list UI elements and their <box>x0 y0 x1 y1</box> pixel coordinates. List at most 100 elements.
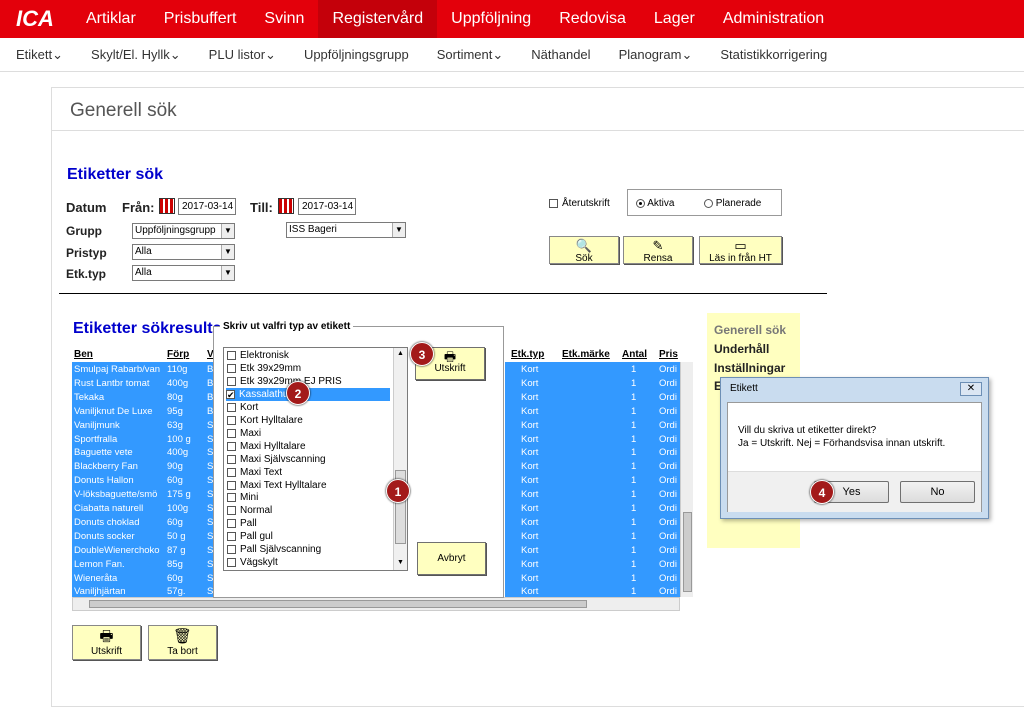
table-cell-pris[interactable]: Ordi <box>659 545 679 556</box>
table-cell-ben[interactable]: Sportfralla <box>74 434 162 445</box>
table-cell-pris[interactable]: Ordi <box>659 364 679 375</box>
table-cell-pris[interactable]: Ordi <box>659 434 679 445</box>
list-item[interactable]: Kort <box>227 401 258 414</box>
table-cell-forp[interactable]: 63g <box>167 420 205 431</box>
table-cell-pris[interactable]: Ordi <box>659 461 679 472</box>
table-cell-forp[interactable]: 95g <box>167 406 205 417</box>
checkbox-icon[interactable] <box>227 480 236 490</box>
table-cell-forp[interactable]: 85g <box>167 559 205 570</box>
subnav-nathandel[interactable]: Näthandel <box>517 47 604 62</box>
table-cell-forp[interactable]: 57g. <box>167 586 205 597</box>
table-cell-pris[interactable]: Ordi <box>659 503 679 514</box>
table-cell-pris[interactable]: Ordi <box>659 420 679 431</box>
checkbox-icon[interactable] <box>227 506 236 516</box>
table-cell-etktyp[interactable]: Kort <box>521 573 551 584</box>
checkbox-icon[interactable] <box>227 415 236 425</box>
checkbox-icon[interactable] <box>227 558 236 568</box>
nav-lager[interactable]: Lager <box>640 0 709 38</box>
table-cell-antal[interactable]: 1 <box>631 531 641 542</box>
list-item[interactable]: Maxi Text Hylltalare <box>227 479 327 492</box>
table-cell-etktyp[interactable]: Kort <box>521 378 551 389</box>
table-cell-ben[interactable]: Wieneråta <box>74 573 162 584</box>
table-cell-antal[interactable]: 1 <box>631 406 641 417</box>
close-icon[interactable]: ✕ <box>960 382 982 396</box>
vertical-scrollbar[interactable] <box>680 362 693 597</box>
table-cell-pris[interactable]: Ordi <box>659 406 679 417</box>
list-item[interactable]: Normal <box>227 504 272 517</box>
table-cell-forp[interactable]: 110g <box>167 364 205 375</box>
table-cell-pris[interactable]: Ordi <box>659 517 679 528</box>
table-cell-antal[interactable]: 1 <box>631 559 641 570</box>
table-cell-antal[interactable]: 1 <box>631 364 641 375</box>
list-item[interactable]: Kort Hylltalare <box>227 414 303 427</box>
table-cell-etktyp[interactable]: Kort <box>521 461 551 472</box>
horizontal-scrollbar[interactable] <box>72 597 680 611</box>
list-item[interactable]: Mini <box>227 491 258 504</box>
table-cell-etktyp[interactable]: Kort <box>521 364 551 375</box>
checkbox-checked-icon[interactable]: ✔ <box>226 389 235 399</box>
scroll-up-icon[interactable]: ▲ <box>394 348 407 360</box>
col-header-ben[interactable]: Ben <box>74 349 93 360</box>
table-cell-ben[interactable]: Donuts choklad <box>74 517 162 528</box>
col-header-pris[interactable]: Pris <box>659 349 678 360</box>
table-cell-ben[interactable]: V-löksbaguette/smö <box>74 489 162 500</box>
table-cell-forp[interactable]: 60g <box>167 475 205 486</box>
subnav-plu-listor[interactable]: PLU listor⌄ <box>195 47 290 63</box>
read-from-ht-button[interactable]: ▭ Läs in från HT <box>699 236 782 264</box>
table-cell-ben[interactable]: Vaniljmunk <box>74 420 162 431</box>
table-cell-ben[interactable]: Lemon Fan. <box>74 559 162 570</box>
side-item-underhall[interactable]: Underhåll <box>714 342 769 356</box>
print-button[interactable]: 🖶 Utskrift <box>72 625 141 660</box>
list-item[interactable]: Vägskylt <box>227 556 278 569</box>
calendar-icon[interactable] <box>159 198 175 214</box>
table-cell-ben[interactable]: Vaniljhjärtan <box>74 586 162 597</box>
table-cell-ben[interactable]: Ciabatta naturell <box>74 503 162 514</box>
etktyp-select[interactable]: Alla ▼ <box>132 265 235 281</box>
table-cell-antal[interactable]: 1 <box>631 434 641 445</box>
col-header-antal[interactable]: Antal <box>622 349 647 360</box>
checkbox-icon[interactable] <box>227 402 236 412</box>
col-header-etkmarke[interactable]: Etk.märke <box>562 349 610 360</box>
table-cell-forp[interactable]: 87 g <box>167 545 205 556</box>
from-date-input[interactable]: 2017-03-14 <box>178 198 236 215</box>
list-item[interactable]: Pall Självscanning <box>227 543 321 556</box>
table-cell-etktyp[interactable]: Kort <box>521 392 551 403</box>
table-cell-antal[interactable]: 1 <box>631 447 641 458</box>
print-dialog-cancel-button[interactable]: Avbryt <box>417 542 486 575</box>
side-item-installningar[interactable]: Inställningar <box>714 361 785 375</box>
table-cell-antal[interactable]: 1 <box>631 573 641 584</box>
clear-button[interactable]: ✎ Rensa <box>623 236 693 264</box>
table-cell-pris[interactable]: Ordi <box>659 392 679 403</box>
table-cell-antal[interactable]: 1 <box>631 475 641 486</box>
table-cell-ben[interactable]: Donuts socker <box>74 531 162 542</box>
subnav-uppfoljningsgrupp[interactable]: Uppföljningsgrupp <box>290 47 423 62</box>
table-cell-antal[interactable]: 1 <box>631 420 641 431</box>
table-cell-ben[interactable]: Smulpaj Rabarb/van <box>74 364 162 375</box>
checkbox-icon[interactable] <box>227 545 236 555</box>
table-cell-antal[interactable]: 1 <box>631 378 641 389</box>
table-cell-antal[interactable]: 1 <box>631 489 641 500</box>
checkbox-icon[interactable] <box>227 363 236 373</box>
checkbox-icon[interactable] <box>227 532 236 542</box>
table-cell-pris[interactable]: Ordi <box>659 559 679 570</box>
scroll-down-icon[interactable]: ▼ <box>394 557 407 569</box>
col-header-etktyp[interactable]: Etk.typ <box>511 349 544 360</box>
grupp2-select[interactable]: ISS Bageri ▼ <box>286 222 406 238</box>
list-item[interactable]: Etk 39x29mm EJ PRIS <box>227 375 342 388</box>
table-cell-forp[interactable]: 100 g <box>167 434 205 445</box>
table-cell-forp[interactable]: 80g <box>167 392 205 403</box>
subnav-etikett[interactable]: Etikett⌄ <box>0 47 77 63</box>
table-cell-pris[interactable]: Ordi <box>659 378 679 389</box>
checkbox-icon[interactable] <box>227 376 236 386</box>
table-cell-forp[interactable]: 400g <box>167 447 205 458</box>
table-cell-ben[interactable]: Donuts Hallon <box>74 475 162 486</box>
checkbox-icon[interactable] <box>227 467 236 477</box>
table-cell-forp[interactable]: 175 g <box>167 489 205 500</box>
table-cell-etktyp[interactable]: Kort <box>521 447 551 458</box>
label-type-list[interactable]: Elektronisk Etk 39x29mm Etk 39x29mm EJ PRI… <box>223 347 408 571</box>
table-cell-etktyp[interactable]: Kort <box>521 559 551 570</box>
side-item-generell-sok[interactable]: Generell sök <box>714 323 786 337</box>
table-cell-ben[interactable]: DoubleWienerchoko <box>74 545 162 556</box>
list-scrollbar[interactable]: ▲ ▼ <box>393 348 407 570</box>
table-cell-forp[interactable]: 90g <box>167 461 205 472</box>
